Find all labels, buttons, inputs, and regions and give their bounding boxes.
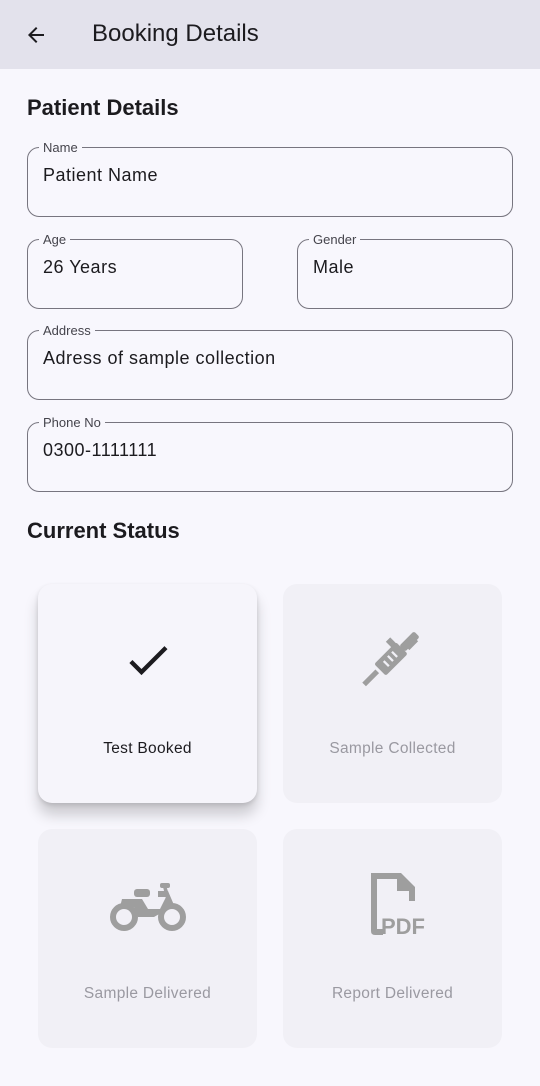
status-card-sample-delivered[interactable]: Sample Delivered	[38, 829, 257, 1048]
status-card-label: Report Delivered	[331, 985, 454, 1002]
gender-field-label: Gender	[313, 232, 357, 247]
age-field-value: 26 Years	[43, 257, 118, 277]
arrow-back-icon	[28, 27, 44, 43]
name-field-value: Patient Name	[43, 165, 159, 185]
gender-field[interactable]: Gender Male	[297, 233, 513, 309]
status-card-label: Sample Collected	[329, 740, 456, 757]
status-card-report-delivered[interactable]: PDF Report Delivered	[283, 829, 502, 1048]
phone-field-label: Phone No	[43, 415, 101, 430]
syringe-icon	[361, 632, 419, 687]
motorcycle-icon	[109, 883, 186, 931]
gender-field-value: Male	[313, 257, 355, 277]
status-card-test-booked[interactable]: Test Booked	[38, 584, 257, 803]
address-field-value: Adress of sample collection	[43, 348, 276, 368]
patient-details-heading: Patient Details	[27, 95, 179, 120]
page-title: Booking Details	[92, 20, 259, 47]
status-card-sample-collected[interactable]: Sample Collected	[283, 584, 502, 803]
name-field-label: Name	[43, 140, 78, 155]
status-card-label: Test Booked	[103, 740, 192, 757]
phone-field-value: 0300-1111111	[43, 440, 158, 460]
address-field[interactable]: Address Adress of sample collection	[27, 324, 513, 400]
phone-field[interactable]: Phone No 0300-1111111	[27, 416, 513, 492]
current-status-heading: Current Status	[27, 518, 180, 543]
app-bar: Booking Details	[0, 0, 540, 69]
age-field[interactable]: Age 26 Years	[27, 233, 243, 309]
name-field[interactable]: Name Patient Name	[27, 141, 513, 217]
svg-text:PDF: PDF	[381, 914, 425, 939]
back-button[interactable]	[16, 15, 56, 55]
age-field-label: Age	[43, 232, 67, 247]
status-card-label: Sample Delivered	[83, 985, 212, 1002]
pdf-file-icon: PDF	[370, 873, 425, 939]
check-icon	[128, 646, 167, 676]
address-field-label: Address	[43, 323, 91, 338]
